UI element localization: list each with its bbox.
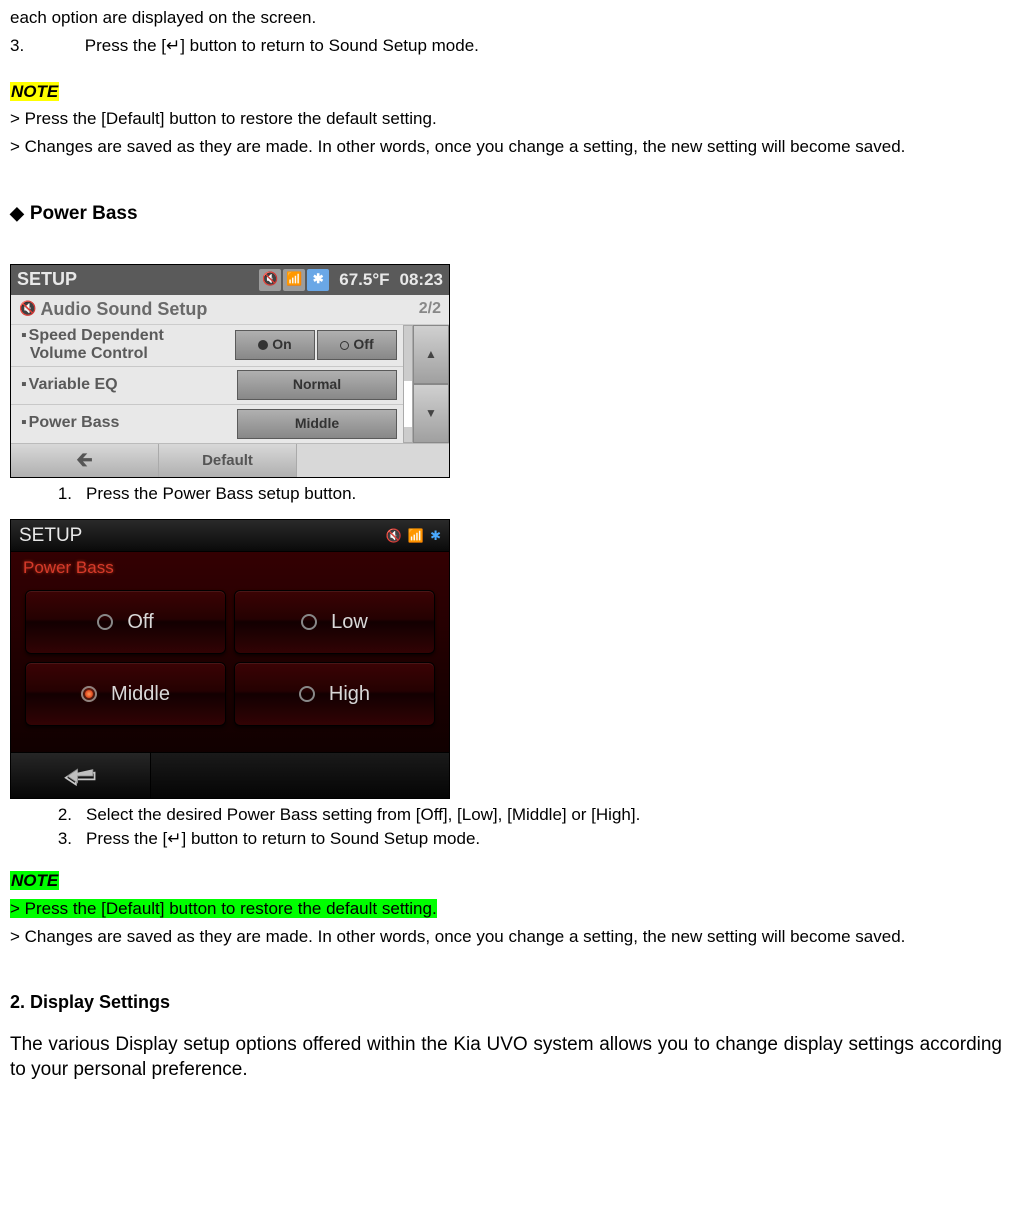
back-button[interactable] [11, 753, 151, 798]
heading-display-settings: 2. Display Settings [10, 990, 1002, 1015]
heading-power-bass: ◆ Power Bass [10, 201, 1002, 228]
s1-temp: 67.5°F [339, 268, 389, 292]
radio-filled-icon [258, 340, 268, 350]
option-off[interactable]: Off [25, 590, 226, 654]
s2-title: SETUP [19, 523, 386, 550]
s1-sub-title-text: Audio Sound Setup [40, 297, 207, 322]
s1-scroll-thumb[interactable] [404, 381, 412, 427]
s1-status-icons: 🔇 📶 ✱ [259, 269, 329, 291]
signal-icon: 📶 [283, 269, 305, 291]
s1-footer-spacer [297, 444, 449, 477]
s1-header: SETUP 🔇 📶 ✱ 67.5°F 08:23 [11, 265, 449, 295]
radio-empty-icon [340, 341, 349, 350]
sdvc-on-button[interactable]: On [235, 330, 315, 360]
scroll-down-button[interactable]: ▼ [413, 384, 449, 443]
row-power-bass: ▪Power Bass Middle [11, 405, 403, 443]
s1-scroll-track [403, 325, 413, 443]
radio-icon [97, 614, 113, 630]
step-3: 3. Press the [↵] button to return to Sou… [10, 34, 1002, 58]
row-sdvc: ▪Speed Dependent Volume Control On Off [11, 325, 403, 367]
back-button[interactable]: 🡰 [11, 444, 159, 477]
sdvc-off-button[interactable]: Off [317, 330, 397, 360]
step-num: 2. [54, 803, 72, 827]
label-variable-eq: ▪Variable EQ [21, 376, 237, 394]
power-bass-button[interactable]: Middle [237, 409, 397, 439]
s2-header: SETUP 🔇 📶 ✱ [11, 520, 449, 552]
s1-footer: 🡰 Default [11, 443, 449, 477]
note-1: NOTE [10, 80, 1002, 104]
bluetooth-icon: ✱ [430, 527, 441, 545]
step-num: 3. [54, 827, 72, 851]
s2-subtitle: Power Bass [11, 552, 449, 584]
heading-text: Power Bass [30, 203, 138, 224]
s2-status-icons: 🔇 📶 ✱ [386, 527, 441, 545]
default-button[interactable]: Default [159, 444, 297, 477]
step-num: 3. [10, 34, 80, 58]
radio-icon-selected [81, 686, 97, 702]
note2-line1: > Press the [Default] button to restore … [10, 897, 1002, 921]
scroll-up-button[interactable]: ▲ [413, 325, 449, 384]
back-arrow-icon [64, 765, 98, 787]
note1-line2: > Changes are saved as they are made. In… [10, 135, 1002, 159]
mute-icon: 🔇 [259, 269, 281, 291]
step-text: Press the [↵] button to return to Sound … [86, 827, 480, 851]
s1-page-indicator: 2/2 [419, 298, 441, 320]
option-high[interactable]: High [234, 662, 435, 726]
s2-option-grid: Off Low Middle High [11, 584, 449, 732]
note-2: NOTE [10, 869, 1002, 893]
s1-list: ▪Speed Dependent Volume Control On Off ▪… [11, 325, 403, 443]
fragment-text: each option are displayed on the screen. [10, 6, 1002, 30]
signal-icon: 📶 [408, 527, 424, 545]
screenshot-power-bass: SETUP 🔇 📶 ✱ Power Bass Off Low Middle Hi… [10, 519, 450, 799]
bluetooth-icon: ✱ [307, 269, 329, 291]
radio-icon [301, 614, 317, 630]
step-text: Press the Power Bass setup button. [86, 482, 356, 506]
display-settings-body: The various Display setup options offere… [10, 1032, 1002, 1083]
label-sdvc: ▪Speed Dependent Volume Control [21, 327, 235, 364]
step-text: Select the desired Power Bass setting fr… [86, 803, 640, 827]
caption-step-3: 3. Press the [↵] button to return to Sou… [54, 827, 1002, 851]
option-middle[interactable]: Middle [25, 662, 226, 726]
option-low[interactable]: Low [234, 590, 435, 654]
step-text: Press the [↵] button to return to Sound … [85, 36, 479, 55]
note-title: NOTE [10, 871, 59, 890]
mute-icon: 🔇 [386, 527, 402, 545]
diamond-icon: ◆ [10, 203, 24, 223]
speaker-mute-icon: 🔇 [19, 299, 36, 319]
step-num: 1. [54, 482, 72, 506]
s2-footer [11, 752, 449, 798]
note-title: NOTE [10, 82, 59, 101]
note1-line1: > Press the [Default] button to restore … [10, 107, 1002, 131]
s1-time: 08:23 [400, 268, 443, 292]
label-power-bass: ▪Power Bass [21, 414, 237, 432]
note2-line2: > Changes are saved as they are made. In… [10, 925, 1002, 949]
row-variable-eq: ▪Variable EQ Normal [11, 367, 403, 405]
caption-step-1: 1. Press the Power Bass setup button. [54, 482, 1002, 506]
screenshot-audio-setup: SETUP 🔇 📶 ✱ 67.5°F 08:23 🔇 Audio Sound S… [10, 264, 450, 478]
s1-scrollbar: ▲ ▼ [403, 325, 449, 443]
caption-step-2: 2. Select the desired Power Bass setting… [54, 803, 1002, 827]
s1-subheader: 🔇 Audio Sound Setup 2/2 [11, 295, 449, 325]
s1-title: SETUP [17, 267, 253, 292]
radio-icon [299, 686, 315, 702]
variable-eq-button[interactable]: Normal [237, 370, 397, 400]
